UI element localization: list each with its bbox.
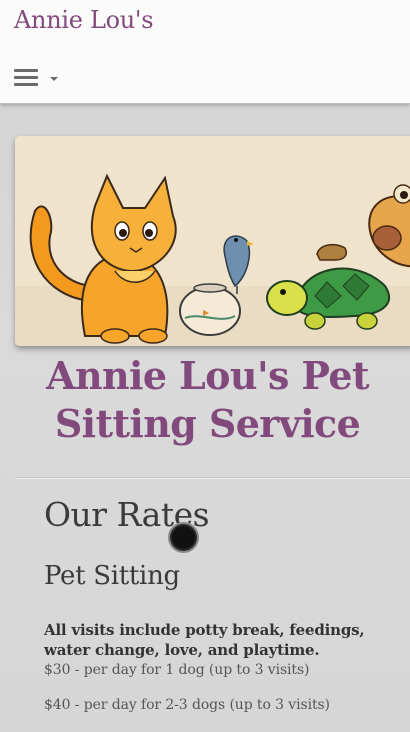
hero-pet-illustration <box>15 136 410 346</box>
visits-note: All visits include potty break, feedings… <box>44 621 365 659</box>
site-title[interactable]: Annie Lou's <box>14 6 154 34</box>
pet-sitting-heading: Pet Sitting <box>44 561 180 591</box>
cursor-indicator-icon <box>168 522 199 553</box>
hamburger-icon <box>14 67 38 87</box>
menu-toggle-button[interactable] <box>14 60 66 94</box>
divider <box>15 477 410 479</box>
page-title: Annie Lou's Pet Sitting Service <box>46 353 369 446</box>
price-line-1: $30 - per day for 1 dog (up to 3 visits) <box>44 662 310 678</box>
price-line-2: $40 - per day for 2-3 dogs (up to 3 visi… <box>44 697 330 713</box>
caret-down-icon <box>50 77 58 81</box>
site-header: Annie Lou's <box>0 0 410 104</box>
